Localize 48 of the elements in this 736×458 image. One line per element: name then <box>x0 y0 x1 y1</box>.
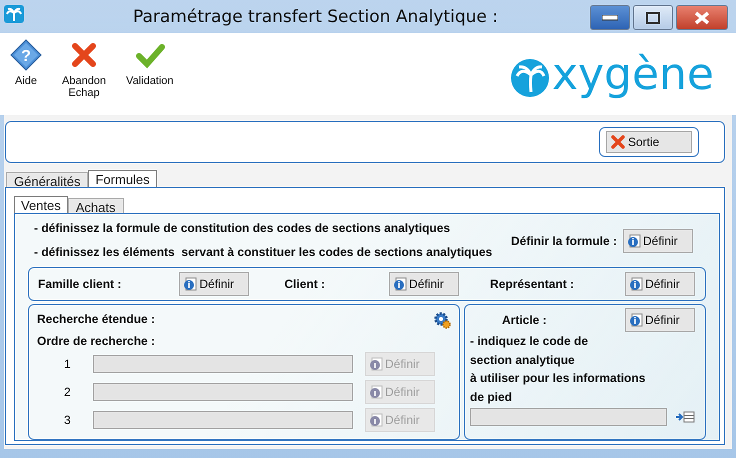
maximize-icon <box>646 12 660 24</box>
cross-icon <box>610 134 626 150</box>
info-document-icon <box>183 277 198 291</box>
instruction-text: - définissez les éléments servant à constituer les codes de sections analytiques <box>34 245 492 259</box>
tab[interactable]: Ventes <box>14 196 68 213</box>
help-icon: ? <box>10 39 42 71</box>
close-button[interactable] <box>676 5 728 30</box>
info-document-icon <box>627 234 641 248</box>
row-number: 1 <box>63 357 72 371</box>
info-document-icon <box>369 413 383 427</box>
info-document-icon <box>393 277 408 291</box>
field-label: Définir la formule : <box>510 234 617 248</box>
info-document-icon <box>369 385 383 399</box>
minimize-icon <box>602 14 618 20</box>
define-button[interactable]: Définir <box>389 272 460 296</box>
define-button[interactable]: Définir <box>179 272 250 296</box>
field-label: Client : <box>284 277 326 291</box>
close-icon <box>694 10 710 24</box>
description-text: - indiquez le code de section analytique à utiliser pour les informations de pied <box>470 333 646 406</box>
info-document-icon <box>629 277 644 291</box>
window-title: Paramétrage transfert Section Analytique : <box>133 7 498 27</box>
info-document-icon <box>629 313 643 327</box>
define-button[interactable]: Définir <box>625 308 695 332</box>
row-number: 3 <box>63 413 72 427</box>
row-number: 2 <box>63 385 72 399</box>
instruction-text: - définissez la formule de constitution des codes de sections analytiques <box>34 221 452 235</box>
field-label: Famille client : <box>38 277 122 291</box>
toolbar-label[interactable]: Aide <box>14 75 38 87</box>
define-button[interactable]: Définir <box>625 272 696 296</box>
exit-button[interactable]: Sortie <box>606 131 692 153</box>
field-label: Article : <box>502 313 547 327</box>
palm-tree-icon <box>4 4 24 22</box>
info-document-icon <box>369 357 383 371</box>
tab[interactable]: Généralités <box>6 172 88 187</box>
tab[interactable]: Achats <box>68 198 124 213</box>
logo-text: xygène <box>552 49 714 101</box>
section-title: Recherche étendue : <box>37 312 156 328</box>
toolbar-label[interactable]: Validation <box>126 75 174 87</box>
maximize-button[interactable] <box>633 5 673 30</box>
palm-tree-circle-icon <box>510 58 550 98</box>
field-label: Représentant : <box>490 277 574 291</box>
field-label: Ordre de recherche : <box>37 334 156 348</box>
define-button[interactable]: Définir <box>623 229 693 253</box>
gear-icon <box>434 312 451 329</box>
toolbar-label[interactable]: Abandon Echap <box>62 75 106 99</box>
tab[interactable]: Formules <box>88 170 157 187</box>
minimize-button[interactable] <box>590 5 630 30</box>
arrow-list-icon <box>675 411 695 423</box>
